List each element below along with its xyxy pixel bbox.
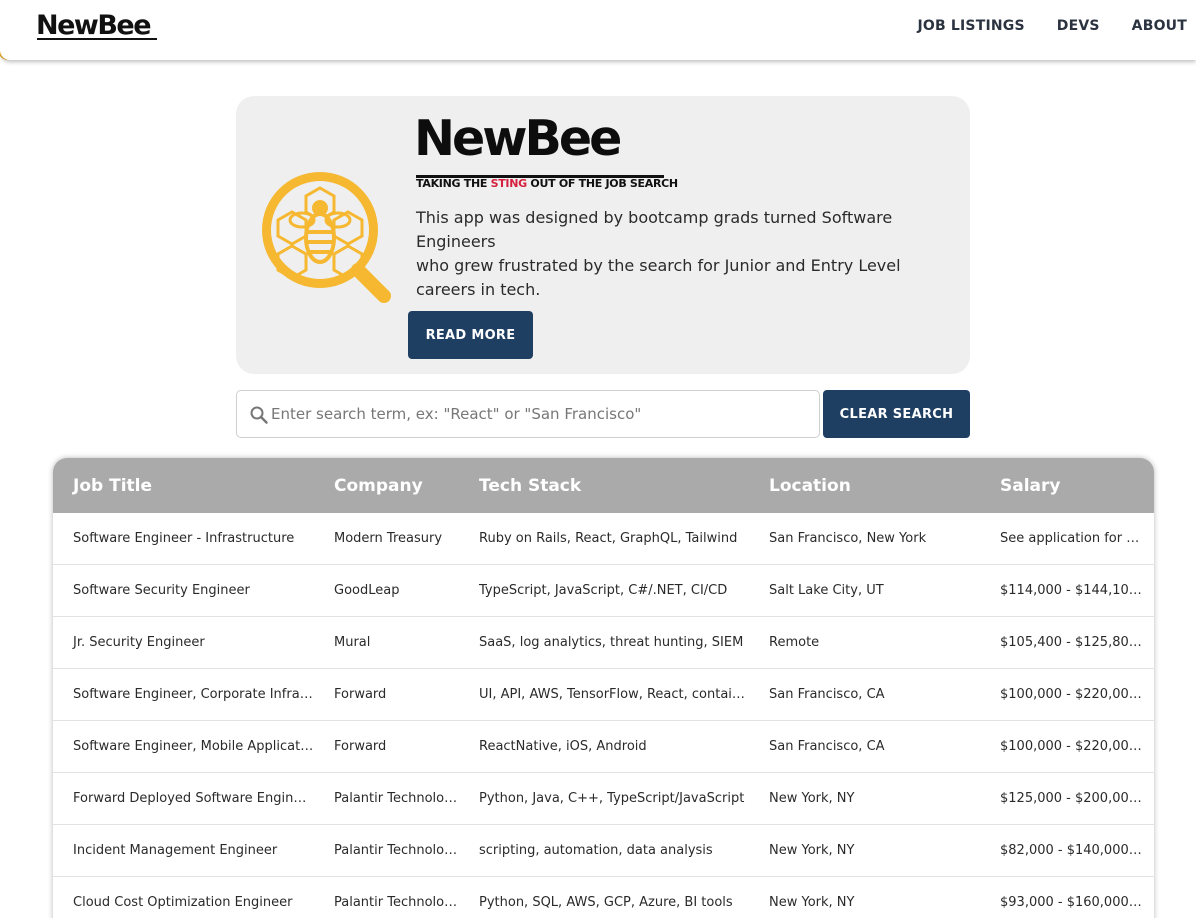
- cell-salary: $93,000 - $160,000/yr: [1000, 895, 1147, 910]
- cell-company: Palantir Technologies: [334, 791, 459, 806]
- cell-company: Forward: [334, 687, 387, 702]
- cell-location: San Francisco, CA: [769, 739, 885, 754]
- table-body: Software Engineer - Infrastructure Modern…: [53, 513, 1154, 918]
- cell-company: Palantir Technologies: [334, 843, 459, 858]
- hero-description: This app was designed by bootcamp grads …: [416, 206, 916, 302]
- cell-company: Forward: [334, 739, 387, 754]
- cell-company: Palantir Technologies: [334, 895, 459, 910]
- header-tech-stack[interactable]: Tech Stack: [459, 476, 749, 496]
- nav-link-about[interactable]: ABOUT: [1132, 18, 1187, 34]
- table-row[interactable]: Software Security Engineer GoodLeap TypeSc…: [53, 565, 1154, 617]
- search-icon: [250, 406, 268, 424]
- cell-tech-stack: Ruby on Rails, React, GraphQL, Tailwind: [479, 531, 738, 546]
- cell-job-title: Forward Deployed Software Engineer: [73, 791, 314, 806]
- hero-line-1: This app was designed by bootcamp grads …: [416, 208, 893, 251]
- nav-link-devs[interactable]: DEVS: [1057, 18, 1100, 34]
- cell-job-title: Cloud Cost Optimization Engineer: [73, 895, 293, 910]
- cell-job-title: Jr. Security Engineer: [73, 635, 205, 650]
- nav-logo[interactable]: NewBee: [36, 10, 152, 41]
- nav-logo-underline: [37, 38, 157, 40]
- cell-tech-stack: Python, SQL, AWS, GCP, Azure, BI tools: [479, 895, 733, 910]
- table-header: Job Title Company Tech Stack Location Sa…: [53, 458, 1154, 513]
- header-location[interactable]: Location: [749, 476, 980, 496]
- header-salary[interactable]: Salary: [980, 476, 1154, 496]
- tagline-sting: STING: [490, 177, 528, 190]
- nav-links: JOB LISTINGS DEVS ABOUT: [917, 18, 1187, 34]
- hero-tagline: TAKING THE STING OUT OF THE JOB SEARCH: [416, 177, 678, 190]
- tagline-pre: TAKING THE: [416, 177, 491, 190]
- cell-tech-stack: UI, API, AWS, TensorFlow, React, contain…: [479, 687, 749, 702]
- table-row[interactable]: Jr. Security Engineer Mural SaaS, log anal…: [53, 617, 1154, 669]
- cell-location: New York, NY: [769, 791, 855, 806]
- cell-company: GoodLeap: [334, 583, 400, 598]
- hero-card: NewBee TAKING THE STING OUT OF THE JOB S…: [236, 96, 970, 374]
- cell-location: New York, NY: [769, 895, 855, 910]
- cell-salary: $105,400 - $125,800 /yr: [1000, 635, 1154, 650]
- cell-tech-stack: scripting, automation, data analysis: [479, 843, 713, 858]
- cell-job-title: Software Engineer, Mobile Applications: [73, 739, 314, 754]
- search-box: [236, 390, 820, 438]
- table-row[interactable]: Incident Management Engineer Palantir Tec…: [53, 825, 1154, 877]
- nav-link-job-listings[interactable]: JOB LISTINGS: [917, 18, 1024, 34]
- cell-job-title: Incident Management Engineer: [73, 843, 278, 858]
- cell-salary: $100,000 - $220,000 /yr: [1000, 739, 1154, 754]
- cell-location: New York, NY: [769, 843, 855, 858]
- cell-location: Salt Lake City, UT: [769, 583, 884, 598]
- cell-job-title: Software Engineer, Corporate Infrastruct…: [73, 687, 314, 702]
- cell-salary: $125,000 - $200,000 /yr: [1000, 791, 1154, 806]
- cell-company: Mural: [334, 635, 371, 650]
- cell-location: San Francisco, CA: [769, 687, 885, 702]
- cell-location: San Francisco, New York: [769, 531, 927, 546]
- cell-location: Remote: [769, 635, 820, 650]
- cell-tech-stack: TypeScript, JavaScript, C#/.NET, CI/CD: [479, 583, 728, 598]
- cell-salary: $82,000 - $140,000 /yr: [1000, 843, 1151, 858]
- hero-line-2: who grew frustrated by the search for Ju…: [416, 256, 901, 299]
- cell-salary: See application for details: [1000, 531, 1154, 546]
- job-listings-table: Job Title Company Tech Stack Location Sa…: [53, 458, 1154, 918]
- table-row[interactable]: Software Engineer, Corporate Infrastruct…: [53, 669, 1154, 721]
- search-input[interactable]: [271, 399, 807, 429]
- cell-job-title: Software Engineer - Infrastructure: [73, 531, 295, 546]
- table-row[interactable]: Forward Deployed Software Engineer Palant…: [53, 773, 1154, 825]
- cell-salary: $114,000 - $144,100 /yr: [1000, 583, 1154, 598]
- cell-company: Modern Treasury: [334, 531, 443, 546]
- cell-salary: $100,000 - $220,000 /yr: [1000, 687, 1154, 702]
- cell-tech-stack: ReactNative, iOS, Android: [479, 739, 647, 754]
- clear-search-button[interactable]: CLEAR SEARCH: [823, 390, 970, 438]
- hero-brand-title: NewBee: [414, 110, 622, 167]
- read-more-button[interactable]: READ MORE: [408, 311, 533, 359]
- tagline-post: OUT OF THE JOB SEARCH: [526, 177, 678, 190]
- cell-job-title: Software Security Engineer: [73, 583, 250, 598]
- header-job-title[interactable]: Job Title: [53, 476, 314, 496]
- bee-magnifier-icon: [262, 172, 391, 303]
- table-row[interactable]: Cloud Cost Optimization Engineer Palantir…: [53, 877, 1154, 918]
- cell-tech-stack: Python, Java, C++, TypeScript/JavaScript: [479, 791, 745, 806]
- cell-tech-stack: SaaS, log analytics, threat hunting, SIE…: [479, 635, 744, 650]
- table-row[interactable]: Software Engineer, Mobile Applications Fo…: [53, 721, 1154, 773]
- table-row[interactable]: Software Engineer - Infrastructure Modern…: [53, 513, 1154, 565]
- header-company[interactable]: Company: [314, 476, 459, 496]
- navbar: NewBee JOB LISTINGS DEVS ABOUT: [0, 0, 1196, 60]
